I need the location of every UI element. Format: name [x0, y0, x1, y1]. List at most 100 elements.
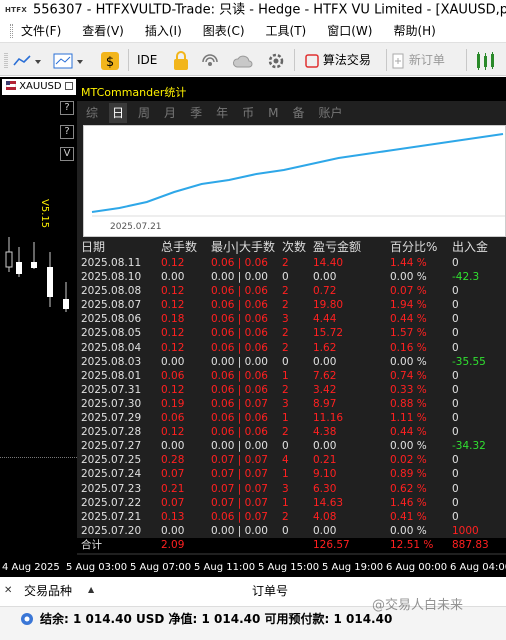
table-row[interactable]: 2025.08.06 0.18 0.06 | 0.06 3 4.44 0.44 % 0 [77, 312, 506, 326]
table-row[interactable]: 2025.08.03 0.00 0.00 | 0.00 0 0.00 0.00 % -35.… [77, 355, 506, 369]
table-row[interactable]: 2025.08.08 0.12 0.06 | 0.06 2 0.72 0.07 % 0 [77, 284, 506, 298]
total-lots: 2.09 [161, 538, 185, 551]
total-row: 合计 2.09 126.57 12.51 % 887.83 [77, 537, 506, 553]
table-row[interactable]: 2025.07.23 0.21 0.07 | 0.07 3 6.30 0.62 % 0 [77, 482, 506, 496]
row-count: 2 [282, 341, 289, 354]
chart-template-icon[interactable] [52, 50, 84, 70]
row-percent: 1.57 % [390, 327, 427, 340]
cloud-icon[interactable] [232, 50, 254, 70]
help-button-2[interactable]: ? [60, 125, 74, 139]
toolbox-panel: ✕ 交易品种 ▲ 订单号 结余: 1 014.40 USD 净值: 1 014.… [0, 577, 506, 640]
row-lots: 0.12 [161, 285, 185, 298]
table-row[interactable]: 2025.08.01 0.06 0.06 | 0.06 1 7.62 0.74 % 0 [77, 369, 506, 383]
row-percent: 1.11 % [390, 412, 427, 425]
algo-trading-button[interactable]: 算法交易 [305, 50, 371, 70]
daily-stats-table: 日期 总手数 最小|大手数 次数 盈亏金额 百分比% 出入金 2025.08.1… [77, 239, 506, 553]
tab-quarterly[interactable]: 季 [187, 103, 205, 123]
panel-title: MTCommander统计 [77, 85, 506, 101]
menu-bar: 文件(F) 查看(V) 插入(I) 图表(C) 工具(T) 窗口(W) 帮助(H) [0, 20, 506, 42]
line-chart-icon[interactable] [12, 50, 42, 70]
tab-daily[interactable]: 日 [109, 103, 128, 123]
row-date: 2025.08.11 [81, 257, 142, 269]
tab-monthly[interactable]: 月 [161, 103, 179, 123]
menu-window[interactable]: 窗口(W) [327, 20, 372, 42]
row-minmax: 0.07 | 0.07 [211, 482, 268, 495]
chart-area[interactable]: XAUUSD ? ? V V5.15 MTCommander统计 综日周月季年币… [0, 77, 506, 577]
menu-file[interactable]: 文件(F) [21, 20, 61, 42]
table-row[interactable]: 2025.07.25 0.28 0.07 | 0.07 4 0.21 0.02 % 0 [77, 453, 506, 467]
help-button-1[interactable]: ? [60, 101, 74, 115]
row-date: 2025.07.27 [81, 440, 142, 453]
row-pnl: 0.00 [313, 440, 337, 453]
row-lots: 0.07 [161, 468, 185, 481]
table-row[interactable]: 2025.07.28 0.12 0.06 | 0.06 2 4.38 0.44 % 0 [77, 425, 506, 439]
table-row[interactable]: 2025.08.04 0.12 0.06 | 0.06 2 1.62 0.16 % 0 [77, 341, 506, 355]
row-count: 1 [282, 496, 289, 509]
buy-bars-icon[interactable] [474, 50, 504, 70]
row-date: 2025.07.28 [81, 426, 142, 439]
table-row[interactable]: 2025.07.31 0.12 0.06 | 0.06 2 3.42 0.33 % 0 [77, 383, 506, 397]
equity-line [91, 133, 504, 213]
time-label: 6 Aug 00:00 [386, 562, 448, 573]
tab-notes[interactable]: 备 [289, 103, 307, 123]
menu-charts[interactable]: 图表(C) [203, 20, 245, 42]
row-count: 1 [282, 369, 289, 382]
new-order-button[interactable]: 新订单 [391, 50, 445, 70]
table-row[interactable]: 2025.07.27 0.00 0.00 | 0.00 0 0.00 0.00 % -34.… [77, 439, 506, 453]
table-row[interactable]: 2025.07.20 0.00 0.00 | 0.00 0 0.00 0.00 % 1000 [77, 524, 506, 538]
algo-stop-icon [305, 53, 319, 68]
row-lots: 0.12 [161, 341, 185, 354]
table-row[interactable]: 2025.07.30 0.19 0.06 | 0.07 3 8.97 0.88 % 0 [77, 397, 506, 411]
dollar-icon[interactable]: $ [100, 50, 120, 70]
row-date: 2025.07.25 [81, 454, 142, 467]
collapse-button[interactable]: V [60, 147, 74, 161]
table-row[interactable]: 2025.08.05 0.12 0.06 | 0.06 2 15.72 1.57 % 0 [77, 326, 506, 340]
menu-tools[interactable]: 工具(T) [266, 20, 307, 42]
row-minmax: 0.00 | 0.00 [211, 440, 268, 453]
row-date: 2025.07.31 [81, 383, 142, 396]
row-lots: 0.12 [161, 257, 185, 269]
table-row[interactable]: 2025.08.10 0.00 0.00 | 0.00 0 0.00 0.00 % -42.… [77, 270, 506, 284]
row-flow: -42.3 [452, 271, 480, 284]
row-date: 2025.08.08 [81, 285, 142, 298]
ide-button[interactable]: IDE [137, 50, 157, 70]
lock-icon[interactable] [172, 50, 190, 70]
menu-view[interactable]: 查看(V) [82, 20, 124, 42]
row-pnl: 9.10 [313, 468, 337, 481]
menu-insert[interactable]: 插入(I) [145, 20, 182, 42]
row-percent: 0.16 % [390, 341, 427, 354]
row-pnl: 4.08 [313, 510, 337, 523]
stats-panel: MTCommander统计 综日周月季年币 M 备账户 2025.07.21 日期 … [77, 85, 506, 555]
row-minmax: 0.06 | 0.06 [211, 426, 268, 439]
time-label: 5 Aug 19:00 [322, 562, 384, 573]
tab-account[interactable]: 账户 [315, 103, 345, 123]
tab-weekly[interactable]: 周 [135, 103, 153, 123]
row-date: 2025.08.03 [81, 355, 142, 368]
col-pnl: 盈亏金额 [313, 240, 362, 254]
tab-currency[interactable]: 币 [239, 103, 257, 123]
row-minmax: 0.00 | 0.00 [211, 271, 268, 284]
menu-help[interactable]: 帮助(H) [393, 20, 435, 42]
svg-text:$: $ [106, 55, 114, 70]
tab-summary[interactable]: 综 [83, 103, 101, 123]
tab-yearly[interactable]: 年 [213, 103, 231, 123]
total-flow: 887.83 [452, 538, 489, 551]
table-row[interactable]: 2025.08.11 0.12 0.06 | 0.06 2 14.40 1.44 % 0 [77, 256, 506, 270]
col-ticket[interactable]: 订单号 [252, 582, 288, 599]
row-minmax: 0.06 | 0.07 [211, 510, 268, 523]
chart-symbol-tab[interactable]: XAUUSD [2, 79, 76, 95]
table-row[interactable]: 2025.08.07 0.12 0.06 | 0.06 2 19.80 1.94 % 0 [77, 298, 506, 312]
col-symbol[interactable]: 交易品种 [24, 582, 72, 599]
tab-magic[interactable]: M [265, 103, 281, 123]
row-count: 3 [282, 313, 289, 326]
settings-icon[interactable] [266, 50, 286, 70]
close-icon[interactable]: ✕ [4, 585, 12, 596]
table-row[interactable]: 2025.07.24 0.07 0.07 | 0.07 1 9.10 0.89 % 0 [77, 467, 506, 481]
col-deposit-withdraw: 出入金 [452, 240, 489, 254]
table-row[interactable]: 2025.07.22 0.07 0.07 | 0.07 1 14.63 1.46 % 0 [77, 496, 506, 510]
row-pnl: 0.00 [313, 355, 337, 368]
account-status-icon [21, 613, 33, 625]
signals-icon[interactable] [200, 50, 220, 70]
table-row[interactable]: 2025.07.29 0.06 0.06 | 0.06 1 11.16 1.11 % 0 [77, 411, 506, 425]
table-row[interactable]: 2025.07.21 0.13 0.06 | 0.07 2 4.08 0.41 % 0 [77, 510, 506, 524]
